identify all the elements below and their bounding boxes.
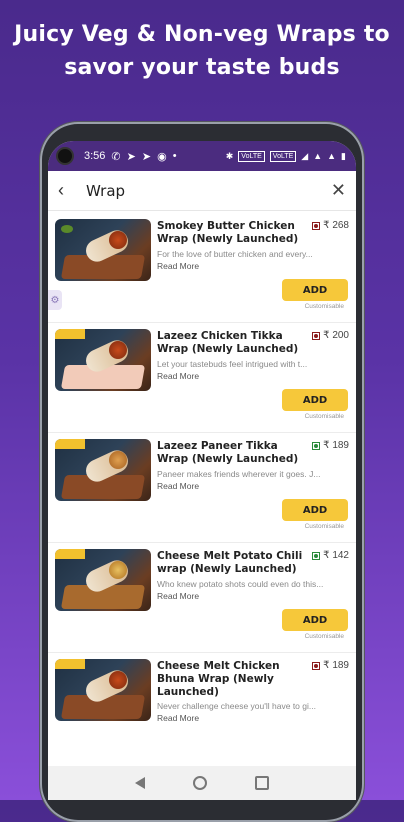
headline-line-1: Juicy Veg & Non-veg Wraps to (14, 22, 390, 47)
nonveg-indicator-icon (312, 661, 321, 670)
list-item[interactable]: Cheese Melt Chicken Bhuna Wrap (Newly La… (48, 653, 356, 763)
item-price: ₹ 189 (312, 660, 349, 671)
price-label: ₹ 268 (323, 220, 349, 231)
status-bar: 3:56 ✆ ➤ ➤ ◉ • ✱ VoLTE VoLTE ◢ ▲ ▲ ▮ (48, 141, 356, 171)
headline-line-2: savor your taste buds (64, 55, 340, 80)
volte-icon: VoLTE (238, 150, 265, 162)
nav-home-icon[interactable] (193, 776, 207, 790)
read-more-link[interactable]: Read More (157, 261, 199, 271)
telegram-icon: ➤ (141, 150, 152, 163)
item-price: ₹ 268 (312, 220, 349, 231)
close-icon[interactable]: ✕ (326, 180, 346, 201)
price-label: ₹ 142 (323, 550, 349, 561)
chrome-icon: ◉ (157, 150, 167, 163)
bluetooth-icon: ✱ (225, 150, 234, 161)
item-title: Cheese Melt Potato Chili wrap (Newly Lau… (157, 550, 303, 575)
volte-icon: VoLTE (269, 150, 297, 162)
add-button[interactable]: ADD (282, 389, 348, 411)
settings-handle-icon[interactable]: ⚙ (48, 290, 62, 310)
food-image (55, 219, 151, 281)
add-button[interactable]: ADD (282, 609, 348, 631)
battery-icon: ▮ (341, 150, 346, 161)
app-screen: 3:56 ✆ ➤ ➤ ◉ • ✱ VoLTE VoLTE ◢ ▲ ▲ ▮ ‹ ✕… (48, 141, 356, 800)
read-more-link[interactable]: Read More (157, 481, 199, 491)
price-label: ₹ 189 (323, 660, 349, 671)
search-input[interactable] (80, 181, 326, 200)
food-image (55, 549, 151, 611)
telegram-icon: ➤ (126, 150, 136, 163)
read-more-link[interactable]: Read More (157, 713, 199, 723)
dot-icon: • (172, 150, 177, 162)
item-description: Let your tastebuds feel intrigued with t… (157, 359, 308, 369)
add-button[interactable]: ADD (282, 499, 348, 521)
nonveg-indicator-icon (312, 331, 321, 340)
results-list: Smokey Butter Chicken Wrap (Newly Launch… (48, 213, 356, 766)
nav-recents-icon[interactable] (255, 776, 269, 790)
customisable-label: Customisable (304, 303, 344, 310)
food-image (55, 659, 151, 721)
item-title: Lazeez Paneer Tikka Wrap (Newly Launched… (157, 440, 299, 465)
item-price: ₹ 189 (312, 440, 349, 451)
nav-back-icon[interactable] (135, 777, 145, 789)
veg-indicator-icon (312, 551, 321, 560)
food-image (55, 439, 151, 501)
item-price: ₹ 200 (312, 330, 349, 341)
signal-icon: ▲ (327, 151, 337, 161)
price-label: ₹ 189 (323, 440, 349, 451)
whatsapp-icon: ✆ (111, 150, 121, 163)
item-title: Cheese Melt Chicken Bhuna Wrap (Newly La… (157, 660, 280, 698)
list-item[interactable]: Cheese Melt Potato Chili wrap (Newly Lau… (48, 543, 356, 653)
list-item[interactable]: Lazeez Chicken Tikka Wrap (Newly Launche… (48, 323, 356, 433)
customisable-label: Customisable (304, 633, 344, 640)
veg-indicator-icon (312, 441, 321, 450)
customisable-label: Customisable (304, 413, 344, 420)
item-description: Who knew potato shots could even do this… (157, 579, 324, 589)
signal-icon: ▲ (313, 151, 323, 161)
nonveg-indicator-icon (312, 221, 321, 230)
item-description: Paneer makes friends wherever it goes. J… (157, 469, 321, 479)
price-label: ₹ 200 (323, 330, 349, 341)
food-image (55, 329, 151, 391)
search-bar: ‹ ✕ (48, 171, 356, 211)
front-camera (56, 147, 74, 165)
item-description: Never challenge cheese you'll have to gi… (157, 701, 316, 711)
item-title: Lazeez Chicken Tikka Wrap (Newly Launche… (157, 330, 299, 355)
promo-headline: Juicy Veg & Non-veg Wraps to savor your … (0, 18, 404, 84)
android-nav-bar (48, 766, 356, 800)
back-arrow-icon[interactable]: ‹ (58, 180, 80, 201)
list-item[interactable]: Lazeez Paneer Tikka Wrap (Newly Launched… (48, 433, 356, 543)
item-description: For the love of butter chicken and every… (157, 249, 313, 259)
read-more-link[interactable]: Read More (157, 591, 199, 601)
wifi-icon: ◢ (301, 150, 309, 161)
item-title: Smokey Butter Chicken Wrap (Newly Launch… (157, 220, 299, 245)
read-more-link[interactable]: Read More (157, 371, 199, 381)
item-price: ₹ 142 (312, 550, 349, 561)
list-item[interactable]: Smokey Butter Chicken Wrap (Newly Launch… (48, 213, 356, 323)
customisable-label: Customisable (304, 523, 344, 530)
status-time: 3:56 (84, 150, 106, 162)
add-button[interactable]: ADD (282, 279, 348, 301)
